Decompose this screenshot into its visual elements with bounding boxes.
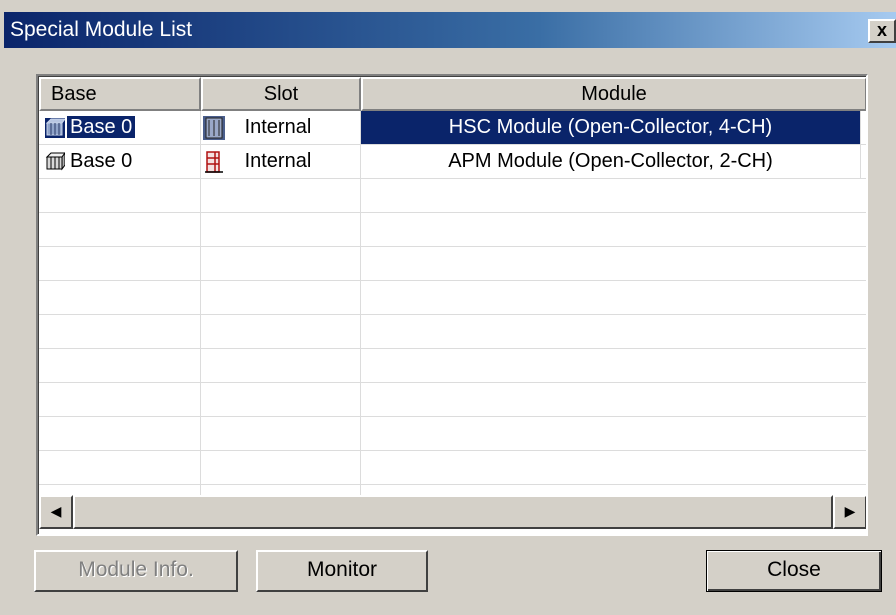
table-row[interactable]: Base 0 Internal APM Module (Open-Collect… [39, 145, 866, 179]
empty-row [39, 417, 866, 451]
empty-row [39, 281, 866, 315]
special-module-list-dialog: Special Module List x Base Slot Module B… [0, 0, 896, 615]
empty-row [39, 247, 866, 281]
row-module-cell: APM Module (Open-Collector, 2-CH) [361, 145, 861, 178]
monitor-button[interactable]: Monitor [256, 550, 428, 592]
row-base-cell: Base 0 [39, 145, 201, 178]
list-rows: Base 0 Internal HSC Module (Open-Collect… [39, 111, 866, 495]
row-slot-label: Internal [244, 116, 312, 138]
base-module-icon [45, 151, 65, 171]
table-row[interactable]: Base 0 Internal HSC Module (Open-Collect… [39, 111, 866, 145]
empty-row [39, 451, 866, 485]
empty-row [39, 213, 866, 247]
list-header: Base Slot Module [39, 77, 866, 111]
row-base-cell: Base 0 [39, 111, 201, 144]
row-slot-label: Internal [244, 150, 312, 172]
module-list: Base Slot Module Base 0 Internal HSC Mod… [36, 74, 868, 536]
empty-row [39, 485, 866, 495]
title-bar[interactable]: Special Module List x [4, 12, 896, 48]
column-header-slot[interactable]: Slot [201, 77, 361, 111]
column-header-module[interactable]: Module [361, 77, 866, 111]
empty-row [39, 315, 866, 349]
scroll-left-arrow-icon[interactable]: ◀ [39, 495, 73, 529]
close-button[interactable]: Close [706, 550, 882, 592]
horizontal-scrollbar[interactable]: ◀ ▶ [39, 495, 866, 529]
empty-row [39, 383, 866, 417]
row-slot-cell: Internal [201, 145, 361, 178]
row-base-label: Base 0 [70, 150, 133, 172]
empty-row [39, 179, 866, 213]
scroll-right-arrow-icon[interactable]: ▶ [833, 495, 866, 529]
empty-row [39, 349, 866, 383]
row-slot-cell: Internal [201, 111, 361, 144]
column-header-base[interactable]: Base [39, 77, 201, 111]
close-icon[interactable]: x [868, 19, 896, 43]
slot-module-icon [205, 150, 223, 173]
slot-module-icon [203, 115, 225, 140]
scrollbar-thumb[interactable] [73, 495, 833, 529]
window-title: Special Module List [10, 18, 193, 41]
module-info-button[interactable]: Module Info. [34, 550, 238, 592]
row-module-cell: HSC Module (Open-Collector, 4-CH) [361, 111, 861, 144]
row-base-label: Base 0 [67, 116, 136, 138]
base-module-icon [45, 117, 65, 138]
